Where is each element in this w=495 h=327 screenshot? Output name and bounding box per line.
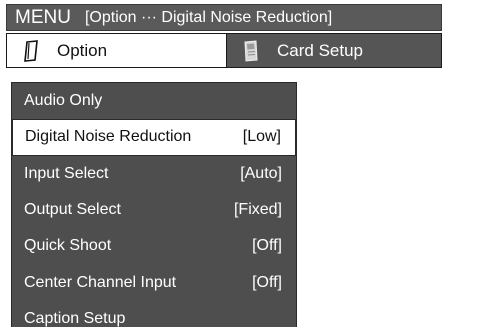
- menu-item-center-channel-input[interactable]: Center Channel Input [Off]: [12, 264, 296, 300]
- tab-card-setup-label: Card Setup: [277, 40, 363, 60]
- menu-item-label: Caption Setup: [24, 309, 126, 327]
- tab-option-label: Option: [57, 40, 108, 60]
- menu-item-value: [Fixed]: [233, 201, 282, 219]
- menu-item-label: Quick Shoot: [24, 237, 112, 255]
- menu-item-input-select[interactable]: Input Select [Auto]: [12, 156, 296, 192]
- menu-item-label: Audio Only: [24, 92, 103, 110]
- breadcrumb: [Option ··· Digital Noise Reduction]: [84, 8, 333, 26]
- menu-item-audio-only[interactable]: Audio Only: [12, 83, 296, 119]
- menu-item-value: [Off]: [252, 273, 282, 291]
- menu-item-value: [Low]: [242, 128, 281, 146]
- menu-header-bar: MENU [Option ··· Digital Noise Reduction…: [6, 4, 442, 31]
- menu-item-label: Input Select: [24, 164, 109, 182]
- menu-item-quick-shoot[interactable]: Quick Shoot [Off]: [12, 228, 296, 264]
- menu-item-value: [Auto]: [240, 164, 282, 182]
- card-icon: [241, 39, 261, 63]
- tab-card-setup[interactable]: Card Setup: [227, 34, 441, 67]
- option-icon: [21, 39, 41, 63]
- menu-item-label: Output Select: [24, 201, 121, 219]
- menu-item-caption-setup[interactable]: Caption Setup: [12, 301, 296, 327]
- menu-item-value: [Off]: [252, 237, 282, 255]
- menu-item-output-select[interactable]: Output Select [Fixed]: [12, 192, 296, 228]
- menu-item-label: Digital Noise Reduction: [25, 128, 192, 146]
- tab-option[interactable]: Option: [7, 34, 227, 67]
- menu-item-digital-noise-reduction[interactable]: Digital Noise Reduction [Low]: [12, 119, 296, 156]
- menu-item-label: Center Channel Input: [24, 273, 177, 291]
- tab-bar: Option Card Setup: [6, 33, 442, 68]
- menu-title: MENU: [15, 6, 71, 28]
- menu-list: Audio Only Digital Noise Reduction [Low]…: [11, 82, 297, 327]
